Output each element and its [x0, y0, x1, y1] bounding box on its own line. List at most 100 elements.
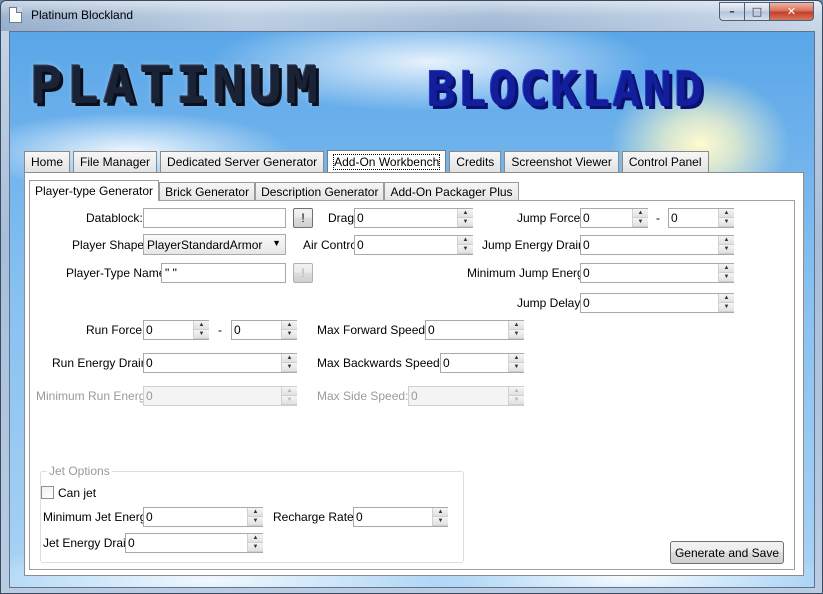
spin-up-icon[interactable]: ▲ [719, 209, 734, 218]
can-jet-label[interactable]: Can jet [58, 486, 96, 500]
spin-up-icon[interactable]: ▲ [282, 354, 297, 363]
spin-down-icon[interactable]: ▼ [282, 330, 297, 339]
can-jet-checkbox[interactable] [41, 486, 54, 499]
jump-force-max-spinner[interactable]: 0 ▲ ▼ [668, 208, 734, 228]
tab-player-type-generator[interactable]: Player-type Generator [29, 180, 160, 201]
jump-force-label: Jump Force: [517, 211, 584, 225]
max-backwards-speed-spinner[interactable]: 0 ▲ ▼ [440, 353, 524, 373]
spin-up-icon[interactable]: ▲ [719, 264, 734, 273]
spin-down-icon[interactable]: ▼ [509, 396, 524, 405]
tab-brick-generator[interactable]: Brick Generator [159, 182, 256, 200]
spin-down-icon[interactable]: ▼ [248, 543, 263, 552]
spin-down-icon[interactable]: ▼ [248, 517, 263, 526]
document-icon [9, 7, 22, 23]
spin-down-icon[interactable]: ▼ [458, 218, 473, 227]
player-type-name-field[interactable]: " " [161, 263, 286, 283]
drag-spinner[interactable]: 0 ▲ ▼ [354, 208, 473, 228]
tab-add-on-packager-plus[interactable]: Add-On Packager Plus [384, 182, 519, 200]
spin-down-icon[interactable]: ▼ [282, 396, 297, 405]
spin-down-icon[interactable]: ▼ [282, 363, 297, 372]
spin-down-icon[interactable]: ▼ [509, 330, 524, 339]
air-control-value: 0 [357, 238, 364, 252]
datablock-field[interactable] [143, 208, 286, 228]
spin-up-icon[interactable]: ▲ [509, 387, 524, 396]
run-energy-drain-spinner[interactable]: 0 ▲ ▼ [143, 353, 297, 373]
spin-up-icon[interactable]: ▲ [282, 387, 297, 396]
title-bar[interactable]: Platinum Blockland – □ ✕ [1, 1, 822, 31]
jump-force-dash: - [656, 211, 660, 225]
jump-energy-drain-spinner[interactable]: 0 ▲ ▼ [580, 235, 734, 255]
min-jump-energy-spinner[interactable]: 0 ▲ ▼ [580, 263, 734, 283]
tab-control-panel[interactable]: Control Panel [621, 151, 709, 172]
jump-delay-spinner[interactable]: 0 ▲ ▼ [580, 293, 734, 313]
spin-up-icon[interactable]: ▲ [282, 321, 297, 330]
spin-up-icon[interactable]: ▲ [248, 534, 263, 543]
tab-label: Control Panel [628, 155, 702, 169]
recharge-rate-spinner[interactable]: 0 ▲ ▼ [353, 507, 448, 527]
spin-down-icon[interactable]: ▼ [719, 218, 734, 227]
jump-force-min-value: 0 [583, 211, 590, 225]
spin-down-icon[interactable]: ▼ [633, 218, 648, 227]
spin-up-icon[interactable]: ▲ [458, 236, 473, 245]
generate-and-save-button[interactable]: Generate and Save [670, 541, 784, 564]
spin-down-icon[interactable]: ▼ [719, 303, 734, 312]
spin-up-icon[interactable]: ▲ [633, 209, 648, 218]
tab-credits[interactable]: Credits [449, 151, 502, 172]
datablock-check-button[interactable]: ! [293, 208, 313, 228]
window-title: Platinum Blockland [31, 8, 134, 22]
run-energy-drain-label: Run Energy Drain: [52, 356, 151, 370]
jump-delay-value: 0 [583, 296, 590, 310]
spin-down-icon[interactable]: ▼ [458, 245, 473, 254]
spin-up-icon[interactable]: ▲ [509, 354, 524, 363]
jet-options-group: Jet Options Can jet Minimum Jet Energy: … [40, 464, 464, 563]
tab-label: Credits [456, 155, 495, 169]
spin-up-icon[interactable]: ▲ [194, 321, 209, 330]
spin-up-icon[interactable]: ▲ [458, 209, 473, 218]
run-force-dash: - [218, 323, 222, 337]
spin-up-icon[interactable]: ▲ [509, 321, 524, 330]
run-force-max-spinner[interactable]: 0 ▲ ▼ [231, 320, 297, 340]
minimize-button[interactable]: – [719, 2, 745, 21]
jump-energy-drain-label: Jump Energy Drain: [482, 238, 589, 252]
spin-down-icon[interactable]: ▼ [194, 330, 209, 339]
spin-down-icon[interactable]: ▼ [719, 273, 734, 282]
tab-dedicated-server-generator[interactable]: Dedicated Server Generator [160, 151, 325, 172]
tab-file-manager[interactable]: File Manager [73, 151, 158, 172]
max-forward-speed-spinner[interactable]: 0 ▲ ▼ [425, 320, 524, 340]
min-run-energy-spinner[interactable]: 0 ▲ ▼ [143, 386, 297, 406]
jump-force-min-spinner[interactable]: 0 ▲ ▼ [580, 208, 648, 228]
close-button[interactable]: ✕ [770, 2, 814, 21]
tab-label: Add-On Workbench [333, 154, 441, 170]
max-backwards-speed-label: Max Backwards Speed: [317, 356, 444, 370]
spin-up-icon[interactable]: ▲ [719, 236, 734, 245]
logo-text-blockland: BLOCKLAND [427, 62, 706, 118]
tab-home[interactable]: Home [24, 151, 71, 172]
maximize-button[interactable]: □ [745, 2, 770, 21]
recharge-rate-label: Recharge Rate: [273, 510, 358, 524]
chevron-down-icon: ▼ [272, 238, 281, 248]
air-control-spinner[interactable]: 0 ▲ ▼ [354, 235, 473, 255]
sub-tab-strip: Player-type Generator Brick Generator De… [29, 180, 519, 201]
tab-add-on-workbench[interactable]: Add-On Workbench [327, 150, 447, 173]
spin-down-icon[interactable]: ▼ [433, 517, 448, 526]
spin-up-icon[interactable]: ▲ [248, 508, 263, 517]
min-jet-energy-spinner[interactable]: 0 ▲ ▼ [143, 507, 263, 527]
spin-down-icon[interactable]: ▼ [509, 363, 524, 372]
spin-up-icon[interactable]: ▲ [433, 508, 448, 517]
run-force-max-value: 0 [234, 323, 241, 337]
jump-energy-drain-value: 0 [583, 238, 590, 252]
spin-down-icon[interactable]: ▼ [719, 245, 734, 254]
add-on-workbench-panel: Player-type Generator Brick Generator De… [24, 172, 804, 576]
logo-text-platinum: PLATINUM [30, 55, 323, 116]
run-force-min-spinner[interactable]: 0 ▲ ▼ [143, 320, 209, 340]
player-type-name-check-button[interactable]: ! [293, 263, 313, 283]
run-energy-drain-value: 0 [146, 356, 153, 370]
player-shape-dropdown[interactable]: PlayerStandardArmor ▼ [143, 234, 286, 255]
min-run-energy-label: Minimum Run Energy: [36, 389, 155, 403]
tab-label: Screenshot Viewer [511, 155, 612, 169]
jet-energy-drain-spinner[interactable]: 0 ▲ ▼ [125, 533, 263, 553]
max-side-speed-spinner[interactable]: 0 ▲ ▼ [408, 386, 524, 406]
tab-screenshot-viewer[interactable]: Screenshot Viewer [504, 151, 619, 172]
spin-up-icon[interactable]: ▲ [719, 294, 734, 303]
tab-description-generator[interactable]: Description Generator [255, 182, 385, 200]
